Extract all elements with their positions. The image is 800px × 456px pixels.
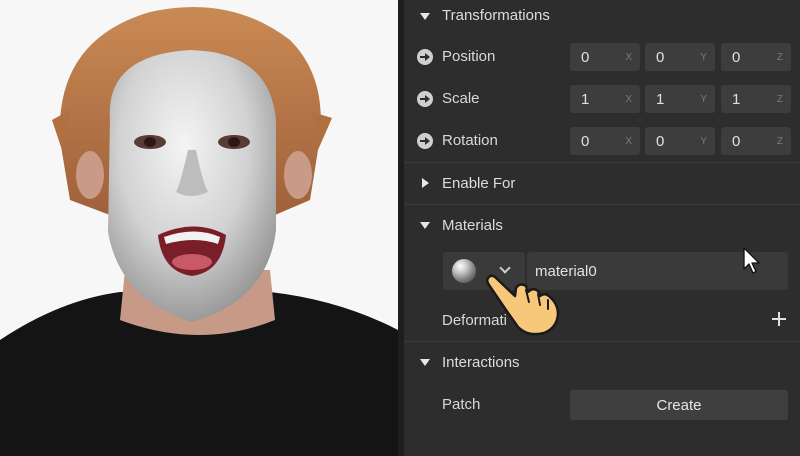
enable-for-section-header[interactable]: Enable For — [404, 163, 800, 205]
rotation-y-field[interactable]: 0 Y — [645, 127, 715, 155]
plus-icon[interactable] — [772, 312, 786, 326]
axis-z-label: Z — [776, 52, 783, 63]
create-patch-button[interactable]: Create — [570, 390, 788, 420]
inspector-panel: Transformations Position 0 X 0 Y 0 Z Sca… — [404, 0, 800, 456]
rotation-row: Rotation 0 X 0 Y 0 Z — [404, 120, 800, 162]
arrow-circle-icon[interactable] — [417, 133, 433, 149]
scale-y-value: 1 — [656, 91, 665, 108]
position-y-value: 0 — [656, 49, 665, 66]
interactions-section-header[interactable]: Interactions — [404, 342, 800, 384]
axis-y-label: Y — [700, 94, 707, 105]
enable-for-title: Enable For — [442, 175, 516, 192]
scale-z-value: 1 — [732, 91, 741, 108]
material-slot-row: material0 — [404, 246, 800, 296]
rotation-y-value: 0 — [656, 133, 665, 150]
axis-x-label: X — [625, 94, 632, 105]
rotation-label: Rotation — [442, 132, 498, 149]
position-z-value: 0 — [732, 49, 741, 66]
position-label: Position — [442, 48, 496, 65]
scale-row: Scale 1 X 1 Y 1 Z — [404, 78, 800, 120]
rotation-x-value: 0 — [581, 133, 590, 150]
patch-row: Patch Create — [404, 384, 800, 426]
position-row: Position 0 X 0 Y 0 Z — [404, 36, 800, 78]
collapse-triangle-icon[interactable] — [420, 13, 430, 20]
axis-x-label: X — [625, 136, 632, 147]
scale-z-field[interactable]: 1 Z — [721, 85, 791, 113]
patch-label: Patch — [442, 396, 481, 413]
rotation-z-field[interactable]: 0 Z — [721, 127, 791, 155]
position-y-field[interactable]: 0 Y — [645, 43, 715, 71]
mouse-cursor-icon — [743, 247, 760, 274]
expand-triangle-icon[interactable] — [422, 178, 429, 188]
axis-y-label: Y — [700, 52, 707, 63]
position-z-field[interactable]: 0 Z — [721, 43, 791, 71]
axis-y-label: Y — [700, 136, 707, 147]
scale-y-field[interactable]: 1 Y — [645, 85, 715, 113]
interactions-title: Interactions — [442, 354, 520, 371]
rotation-x-field[interactable]: 0 X — [570, 127, 640, 155]
arrow-circle-icon[interactable] — [417, 91, 433, 107]
scale-x-value: 1 — [581, 91, 590, 108]
create-button-label: Create — [656, 397, 702, 414]
deformations-row: Deformati — [404, 300, 800, 342]
scale-x-field[interactable]: 1 X — [570, 85, 640, 113]
materials-section-header[interactable]: Materials — [404, 205, 800, 247]
collapse-triangle-icon[interactable] — [420, 222, 430, 229]
material-sphere-icon — [452, 259, 476, 283]
face-mask-preview — [0, 6, 398, 456]
camera-viewport — [0, 0, 398, 456]
position-x-value: 0 — [581, 49, 590, 66]
transformations-title: Transformations — [442, 7, 550, 24]
rotation-z-value: 0 — [732, 133, 741, 150]
scale-label: Scale — [442, 90, 480, 107]
pointing-hand-icon — [485, 274, 560, 336]
axis-z-label: Z — [776, 136, 783, 147]
axis-z-label: Z — [776, 94, 783, 105]
arrow-circle-icon[interactable] — [417, 49, 433, 65]
materials-title: Materials — [442, 217, 503, 234]
position-x-field[interactable]: 0 X — [570, 43, 640, 71]
collapse-triangle-icon[interactable] — [420, 359, 430, 366]
axis-x-label: X — [625, 52, 632, 63]
